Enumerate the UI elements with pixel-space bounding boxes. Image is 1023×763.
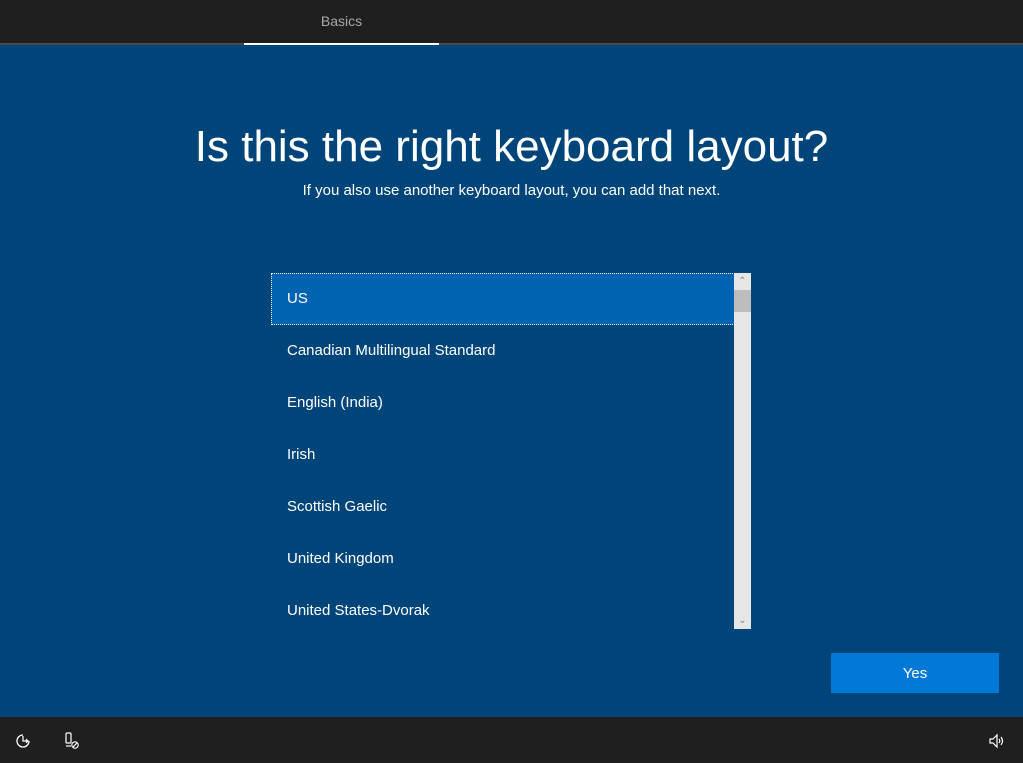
list-item[interactable]: English (India)	[271, 377, 735, 429]
ease-of-access-icon[interactable]	[14, 732, 32, 750]
keyboard-layout-list[interactable]: US Canadian Multilingual Standard Englis…	[271, 273, 751, 629]
list-item[interactable]: Canadian Multilingual Standard	[271, 325, 735, 377]
scrollbar-thumb[interactable]	[734, 290, 751, 312]
yes-button[interactable]: Yes	[831, 653, 999, 693]
top-bar: Basics	[0, 0, 1023, 45]
list-item[interactable]: Irish	[271, 429, 735, 481]
tab-active-indicator	[244, 43, 439, 45]
scroll-up-arrow-icon[interactable]: ⌃	[734, 273, 751, 290]
list-item[interactable]: United States-Dvorak	[271, 585, 735, 629]
bottom-bar	[0, 717, 1023, 763]
scroll-down-arrow-icon[interactable]: ⌄	[734, 612, 751, 629]
microphone-off-icon[interactable]	[63, 732, 81, 750]
volume-icon[interactable]	[988, 732, 1006, 750]
tab-basics: Basics	[320, 13, 363, 29]
list-item[interactable]: Scottish Gaelic	[271, 481, 735, 533]
list-item[interactable]: US	[271, 273, 735, 325]
list-scrollbar[interactable]: ⌃ ⌄	[734, 273, 751, 629]
list-item[interactable]: United Kingdom	[271, 533, 735, 585]
page-title: Is this the right keyboard layout?	[194, 122, 829, 171]
page-subtitle: If you also use another keyboard layout,…	[302, 182, 721, 199]
